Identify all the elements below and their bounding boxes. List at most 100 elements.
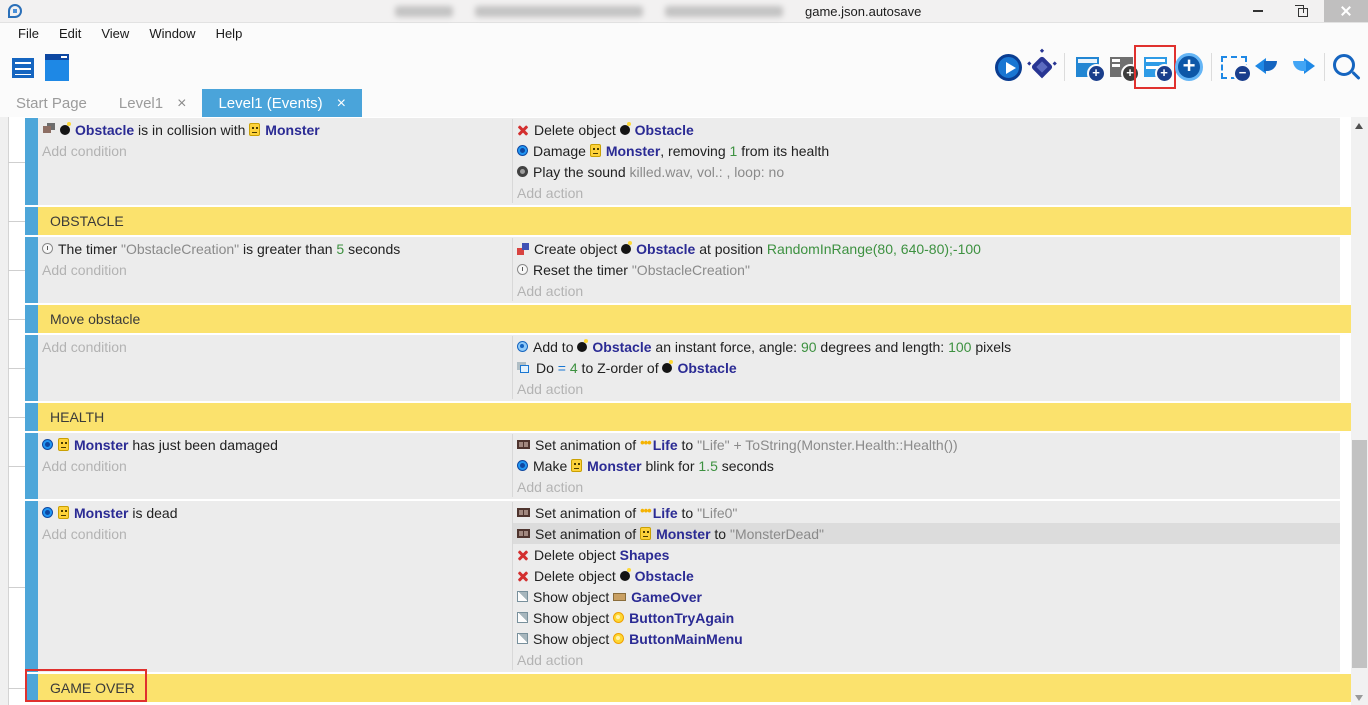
delete-icon [517,549,529,561]
close-button[interactable] [1324,0,1368,22]
menu-view[interactable]: View [91,23,139,45]
group-label: OBSTACLE [38,213,124,229]
action-row[interactable]: Delete object Shapes [513,544,1340,565]
text-segment: pixels [971,339,1011,355]
text-segment: Set animation of [535,505,640,521]
scene-editor-button[interactable] [40,50,74,84]
action-row[interactable]: Delete object Obstacle [513,565,1340,586]
anim-icon [517,529,530,538]
add-action-button[interactable]: Add action [513,378,1340,399]
menu-edit[interactable]: Edit [49,23,91,45]
anim-icon [517,440,530,449]
text-segment: Set animation of [535,437,640,453]
restore-button[interactable] [1280,0,1324,22]
text-segment: Set animation of [535,526,640,542]
tab-level1[interactable]: Level1 × [103,89,203,118]
action-row[interactable]: Show object ButtonTryAgain [513,607,1340,628]
add-condition-button[interactable]: Add condition [38,259,512,280]
add-action-button[interactable]: Add action [513,280,1340,301]
health-icon [42,439,53,450]
event-group-header[interactable]: GAME OVER [38,674,1351,702]
add-external-button[interactable]: + [1104,50,1138,84]
menu-file[interactable]: File [8,23,49,45]
add-object-button[interactable]: + [1172,50,1206,84]
action-row[interactable]: Do = 4 to Z-order of Obstacle [513,357,1340,378]
add-events-button[interactable]: + [1138,50,1172,84]
health-icon [517,145,528,156]
text-segment: Delete object [534,568,620,584]
action-row[interactable]: Add to Obstacle an instant force, angle:… [513,336,1340,357]
text-segment: Do [536,360,558,376]
add-condition-button[interactable]: Add condition [38,523,512,544]
action-row[interactable]: Set animation of Monster to "MonsterDead… [513,523,1340,544]
debug-button[interactable] [1025,50,1059,84]
text-segment: 90 [801,339,817,355]
condition-row[interactable]: Obstacle is in collision with Monster [38,119,512,140]
add-action-button[interactable]: Add action [513,182,1340,203]
text-segment: 1.5 [698,458,717,474]
action-row[interactable]: Make Monster blink for 1.5 seconds [513,455,1340,476]
action-row[interactable]: Damage Monster, removing 1 from its heal… [513,140,1340,161]
sound-icon [517,166,528,177]
action-row[interactable]: Show object GameOver [513,586,1340,607]
add-condition-button[interactable]: Add condition [38,140,512,161]
text-segment: Show object [533,610,613,626]
action-row[interactable]: Delete object Obstacle [513,119,1340,140]
text-segment: ButtonMainMenu [629,631,743,647]
action-row[interactable]: Set animation of Life to "Life" + ToStri… [513,434,1340,455]
add-action-button[interactable]: Add action [513,649,1340,670]
undo-icon [1255,57,1281,77]
search-button[interactable] [1330,50,1364,84]
remove-selection-button[interactable]: − [1217,50,1251,84]
minimize-button[interactable] [1236,0,1280,22]
action-row[interactable]: Set animation of Life to "Life0" [513,502,1340,523]
redo-button[interactable] [1285,50,1319,84]
text-segment: Obstacle [75,122,134,138]
text-segment: 5 [336,241,344,257]
action-row[interactable]: Reset the timer "ObstacleCreation" [513,259,1340,280]
bomb-icon [662,363,672,373]
text-segment: "Life" + ToString(Monster.Health::Health… [697,437,958,453]
group-label: HEALTH [38,409,104,425]
tab-start-page[interactable]: Start Page [0,89,103,118]
action-row[interactable]: Play the sound killed.wav, vol.: , loop:… [513,161,1340,182]
collision-icon [43,126,51,133]
text-segment: Monster [606,143,660,159]
scroll-up-icon[interactable] [1355,123,1363,129]
actions-column: Delete object ObstacleDamage Monster, re… [512,119,1340,203]
condition-row[interactable]: Monster has just been damaged [38,434,512,455]
menu-window[interactable]: Window [139,23,205,45]
event-group-header[interactable]: OBSTACLE [38,207,1351,235]
vertical-scrollbar [1351,117,1368,705]
event-group-header[interactable]: HEALTH [38,403,1351,431]
add-condition-button[interactable]: Add condition [38,336,512,357]
add-events-icon: + [1144,57,1167,77]
text-segment: "ObstacleCreation" [121,241,239,257]
project-manager-button[interactable] [6,50,40,84]
tab-level1-events[interactable]: Level1 (Events) × [202,89,362,118]
text-segment: seconds [344,241,400,257]
project-manager-icon [12,58,34,78]
undo-button[interactable] [1251,50,1285,84]
scrollbar-thumb[interactable] [1352,440,1367,668]
tab-close-icon[interactable]: × [177,96,186,112]
gdevelop-logo-icon [8,4,22,18]
scroll-down-icon[interactable] [1355,695,1363,701]
delete-icon [517,124,529,136]
monster-icon [249,123,260,136]
force-icon [517,341,528,352]
condition-row[interactable]: Monster is dead [38,502,512,523]
action-row[interactable]: Show object ButtonMainMenu [513,628,1340,649]
tab-close-icon[interactable]: × [337,96,346,112]
menu-help[interactable]: Help [206,23,253,45]
text-segment: seconds [718,458,774,474]
action-row[interactable]: Create object Obstacle at position Rando… [513,238,1340,259]
add-scene-button[interactable]: + [1070,50,1104,84]
add-condition-button[interactable]: Add condition [38,455,512,476]
condition-row[interactable]: The timer "ObstacleCreation" is greater … [38,238,512,259]
actions-column: Set animation of Life to "Life0"Set anim… [512,502,1340,670]
play-button[interactable] [991,50,1025,84]
event-block: Monster is deadAdd conditionSet animatio… [38,501,1340,672]
add-action-button[interactable]: Add action [513,476,1340,497]
event-group-header[interactable]: Move obstacle [38,305,1351,333]
